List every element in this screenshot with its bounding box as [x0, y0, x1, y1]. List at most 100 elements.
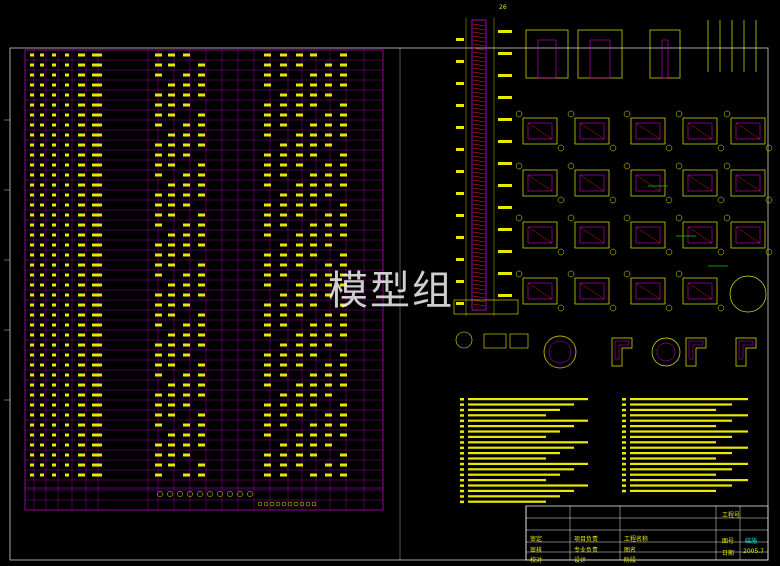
column-hatch: [472, 271, 486, 275]
table-cell-mark: [340, 123, 347, 127]
axis-bubble: [609, 248, 617, 256]
table-cell-mark: [264, 223, 271, 227]
table-cell-mark: [325, 413, 332, 417]
table-cell-mark: [168, 163, 175, 167]
table-cell-mark: [40, 453, 44, 457]
table-cell-mark: [310, 243, 317, 247]
table-cell-mark: [40, 263, 44, 267]
table-cell-mark: [52, 443, 56, 447]
table-cell-mark: [155, 443, 162, 447]
table-cell-mark: [52, 183, 56, 187]
column-hatch: [472, 287, 486, 291]
table-cell-mark: [168, 343, 175, 347]
table-cell-mark: [52, 153, 56, 157]
table-cell-mark: [40, 73, 44, 77]
table-cell-mark: [183, 233, 190, 237]
table-cell-mark: [183, 83, 190, 87]
table-cell-mark: [310, 103, 317, 107]
table-cell-mark: [325, 463, 332, 467]
table-cell-mark: [183, 333, 190, 337]
table-cell-mark: [168, 353, 175, 357]
table-cell-mark: [52, 243, 56, 247]
table-cell-mark: [92, 383, 102, 387]
table-cell-mark: [168, 103, 175, 107]
tb-left-label-2: 审核: [530, 547, 543, 554]
column-hatch: [472, 39, 486, 43]
table-cell-mark: [296, 333, 303, 337]
table-header-symbol: [237, 491, 243, 497]
column-tie: [579, 174, 605, 192]
table-cell-mark: [52, 173, 56, 177]
table-cell-mark: [65, 293, 69, 297]
column-hatch: [472, 255, 486, 259]
table-cell-mark: [155, 143, 162, 147]
table-cell-mark: [155, 73, 162, 77]
note-text-line: [468, 446, 574, 449]
table-cell-mark: [155, 163, 162, 167]
table-cell-mark: [183, 283, 190, 287]
table-cell-mark: [325, 393, 332, 397]
table-cell-mark: [52, 413, 56, 417]
table-cell-mark: [264, 73, 271, 77]
table-cell-mark: [65, 433, 69, 437]
table-cell-mark: [78, 353, 85, 357]
table-cell-mark: [40, 383, 44, 387]
table-cell-mark: [264, 403, 271, 407]
axis-bubble: [665, 248, 673, 256]
table-cell-mark: [65, 153, 69, 157]
table-cell-mark: [296, 133, 303, 137]
table-cell-mark: [30, 303, 34, 307]
table-cell-mark: [40, 433, 44, 437]
column-hatch: [472, 71, 486, 75]
round-column-section: [651, 337, 681, 367]
table-cell-mark: [198, 283, 205, 287]
table-cell-mark: [92, 313, 102, 317]
table-cell-mark: [78, 73, 85, 77]
table-cell-mark: [30, 293, 34, 297]
table-cell-mark: [155, 353, 162, 357]
table-cell-mark: [30, 333, 34, 337]
note-number: [460, 441, 464, 444]
table-cell-mark: [40, 153, 44, 157]
round-column-rebar: [548, 340, 572, 364]
table-cell-mark: [296, 293, 303, 297]
table-cell-mark: [78, 183, 85, 187]
table-cell-mark: [310, 273, 317, 277]
table-cell-mark: [183, 183, 190, 187]
table-cell-mark: [92, 413, 102, 417]
table-cell-mark: [296, 393, 303, 397]
elevation-label: [456, 38, 464, 41]
table-cell-mark: [310, 303, 317, 307]
table-cell-mark: [30, 103, 34, 107]
table-cell-mark: [78, 293, 85, 297]
elevation-label: [498, 272, 512, 275]
table-cell-mark: [280, 163, 287, 167]
table-cell-mark: [296, 363, 303, 367]
table-cell-mark: [183, 323, 190, 327]
axis-bubble: [665, 304, 673, 312]
beam-rebar: [661, 39, 669, 79]
beam-rebar: [537, 39, 557, 79]
table-cell-mark: [52, 53, 56, 57]
table-cell-mark: [280, 223, 287, 227]
table-cell-mark: [78, 313, 85, 317]
table-cell-mark: [280, 293, 287, 297]
table-cell-mark: [78, 453, 85, 457]
column-hatch: [472, 191, 486, 195]
table-cell-mark: [340, 83, 347, 87]
table-cell-mark: [340, 253, 347, 257]
table-cell-mark: [78, 123, 85, 127]
table-cell-mark: [92, 403, 102, 407]
table-cell-mark: [310, 433, 317, 437]
note-text-line: [468, 468, 574, 471]
table-cell-mark: [280, 243, 287, 247]
column-hatch: [472, 291, 486, 295]
table-cell-mark: [65, 403, 69, 407]
note-text-line: [630, 398, 748, 401]
table-cell-mark: [296, 103, 303, 107]
axis-bubble: [765, 248, 773, 256]
table-cell-mark: [340, 353, 347, 357]
table-cell-mark: [52, 273, 56, 277]
table-cell-mark: [296, 383, 303, 387]
table-cell-mark: [340, 53, 347, 57]
